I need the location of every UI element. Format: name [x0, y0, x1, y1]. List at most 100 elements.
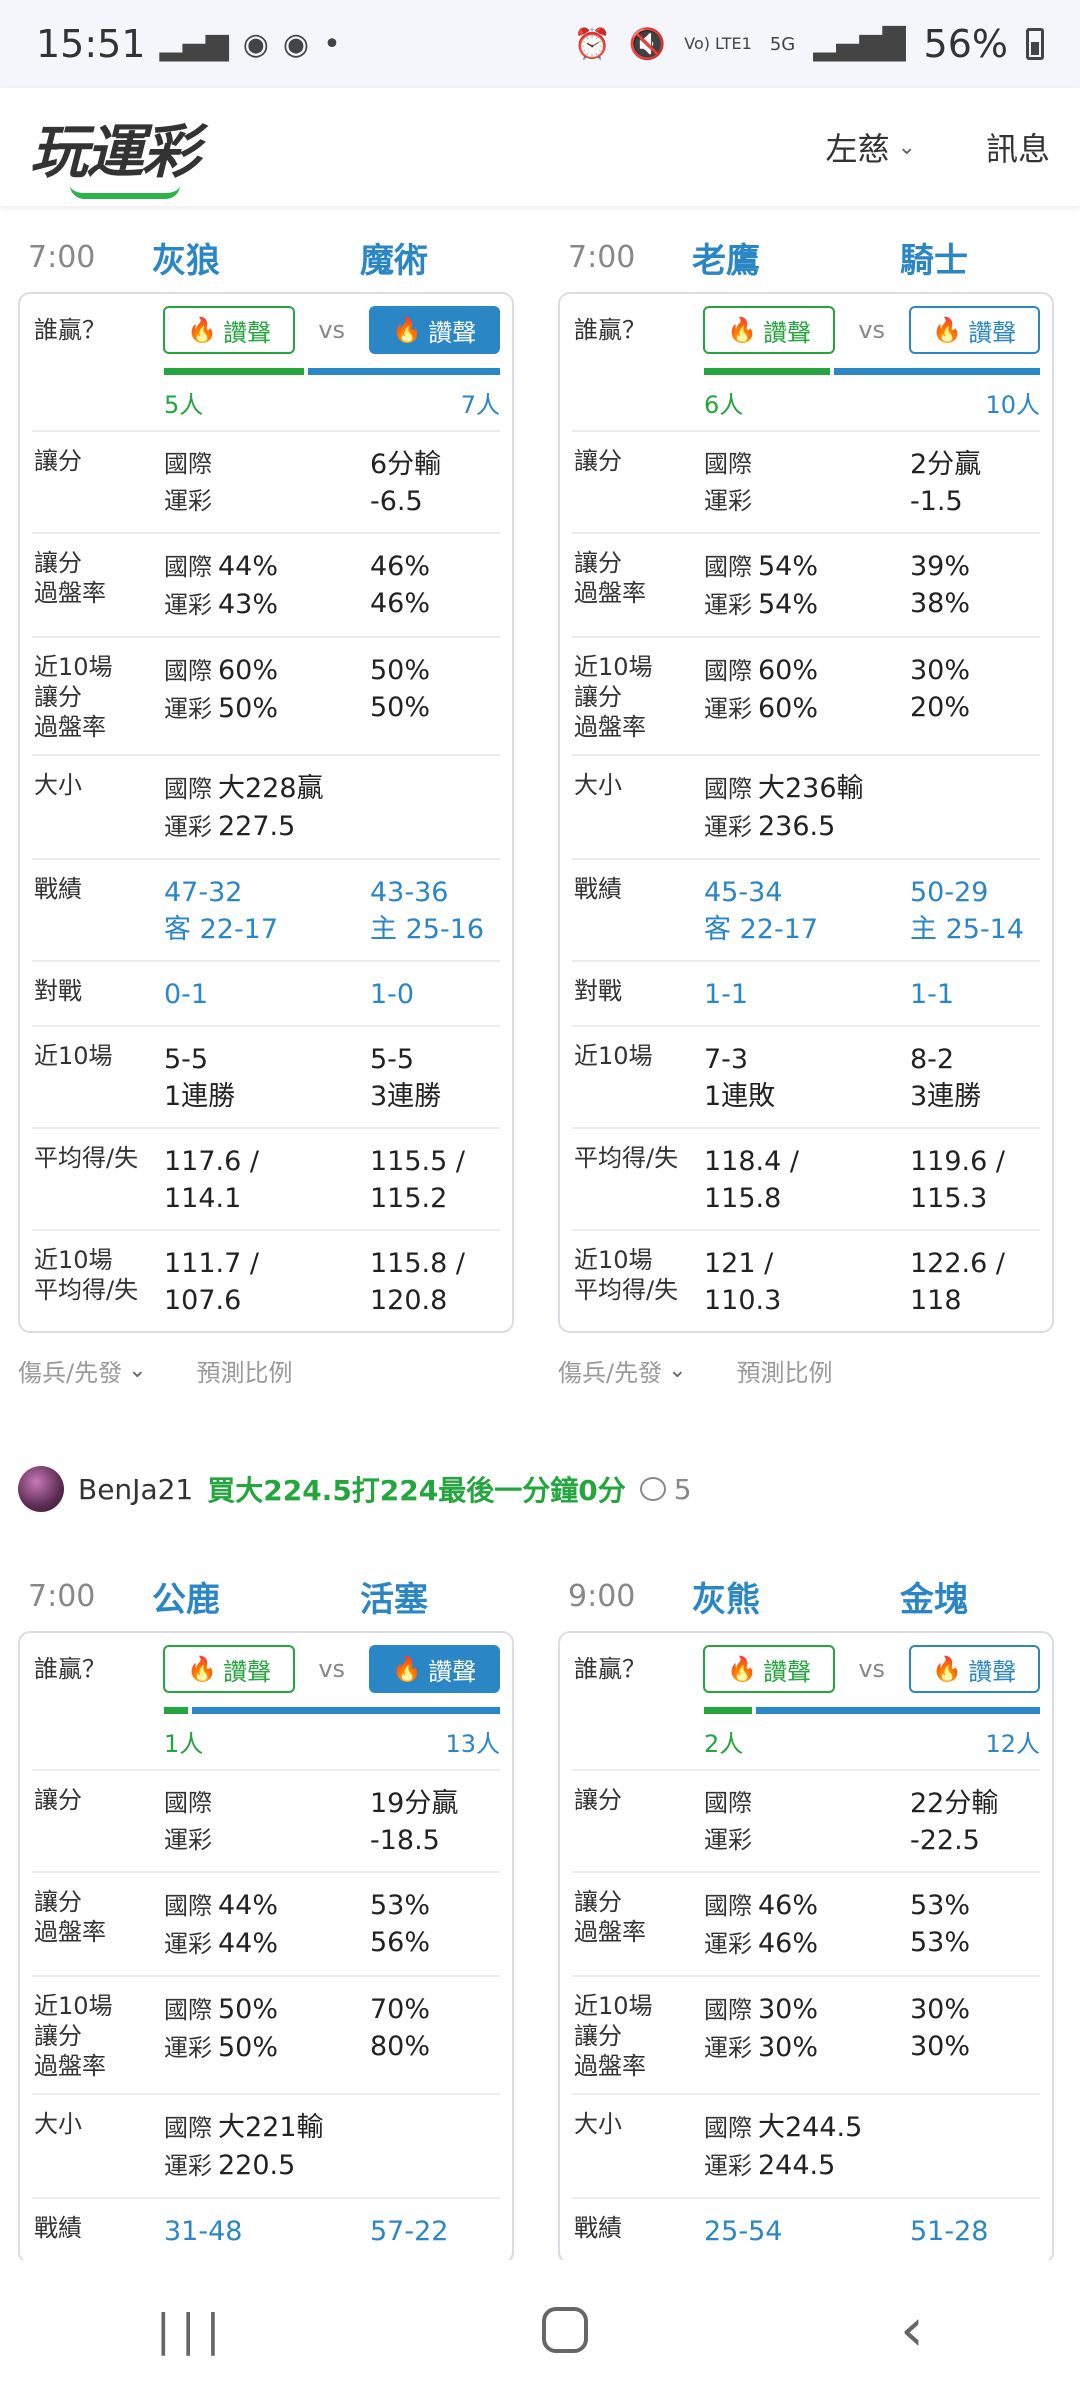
cheer-label: 讚聲 — [428, 1657, 477, 1686]
intl-label: 國際 — [704, 1789, 752, 1817]
intl-label: 國際 — [164, 450, 212, 478]
rate-home-yuncai: 38% — [910, 588, 971, 619]
away-team[interactable]: 老鷹 — [692, 233, 900, 282]
cheer-label: 讚聲 — [763, 318, 812, 347]
injury-link[interactable]: 傷兵/先發 ⌄ — [18, 1353, 147, 1388]
l10avg-home-against: 118 — [910, 1285, 962, 1316]
user-menu[interactable]: 左慈 ⌄ — [826, 124, 916, 170]
away-team[interactable]: 灰熊 — [692, 1572, 900, 1621]
home-cheer-count: 10人 — [985, 391, 1040, 419]
away-ratio-fill — [164, 368, 304, 375]
away-team[interactable]: 灰狼 — [152, 233, 360, 282]
avg-label: 平均得/失 — [34, 1144, 139, 1172]
avg-row: 平均得/失 118.4 / 115.8 119.6 / 115.3 — [572, 1129, 1040, 1231]
last10-label: 近10場 — [34, 1042, 113, 1070]
back-button[interactable]: ‹ — [900, 2295, 924, 2365]
home-ratio-fill — [756, 1707, 1040, 1714]
l10-away-intl: 60% — [218, 655, 279, 686]
spread-rate-label: 讓分 過盤率 — [34, 549, 106, 607]
home-team[interactable]: 金塊 — [900, 1572, 968, 1621]
h2h-home[interactable]: 1-0 — [370, 976, 500, 1013]
record-home[interactable]: 57-22 — [370, 2213, 500, 2250]
cheer-home-button[interactable]: 🔥 讚聲 — [368, 1645, 500, 1693]
home-team[interactable]: 魔術 — [360, 233, 428, 282]
comment-count[interactable]: 5 — [639, 1472, 692, 1506]
cheer-away-button[interactable]: 🔥 讚聲 — [703, 1645, 835, 1693]
home-team[interactable]: 騎士 — [900, 233, 968, 282]
cheer-ratio-bar — [164, 1707, 500, 1714]
predict-link[interactable]: 預測比例 — [737, 1353, 833, 1388]
h2h-row: 對戰 0-1 1-0 — [32, 962, 500, 1027]
record-row: 戰績 47-32 客 22-17 43-36 主 25-16 — [32, 860, 500, 962]
away-team[interactable]: 公鹿 — [152, 1572, 360, 1621]
l10avg-away-for: 121 / — [704, 1248, 774, 1279]
l10avg-home-for: 122.6 / — [910, 1248, 1005, 1279]
recent-apps-button[interactable]: ||| — [156, 2305, 230, 2356]
total-label: 大小 — [34, 771, 82, 799]
record-home[interactable]: 43-36 — [370, 874, 500, 911]
injury-link[interactable]: 傷兵/先發 ⌄ — [558, 1353, 687, 1388]
game-card: 9:00 灰熊 金塊 誰贏？ 🔥 讚聲 vs 🔥 讚聲 2人 12人 讓分 國際… — [558, 1561, 1054, 2260]
flame-icon: 🔥 — [727, 316, 758, 344]
record-home-home[interactable]: 主 25-14 — [910, 911, 1040, 948]
record-label: 戰績 — [574, 2214, 622, 2242]
spread-label: 讓分 — [574, 1786, 622, 1814]
l10-home-yuncai: 30% — [910, 2031, 971, 2062]
record-home-home[interactable]: 主 25-16 — [370, 911, 500, 948]
l10-away-yuncai: 30% — [758, 2032, 819, 2063]
battery-icon — [1026, 28, 1044, 60]
record-away[interactable]: 45-34 — [704, 874, 910, 911]
l10avg-away-for: 111.7 / — [164, 1248, 259, 1279]
spread-row: 讓分 國際 運彩 2分贏 -1.5 — [572, 432, 1040, 534]
spread-yuncai-value: -6.5 — [370, 486, 423, 517]
game-header: 7:00 公鹿 活塞 — [18, 1561, 514, 1631]
record-home[interactable]: 51-28 — [910, 2213, 1040, 2250]
comment-user[interactable]: BenJa21 — [78, 1473, 193, 1506]
game-time: 7:00 — [28, 239, 96, 275]
record-home[interactable]: 50-29 — [910, 874, 1040, 911]
cheer-away-button[interactable]: 🔥 讚聲 — [163, 1645, 295, 1693]
total-row: 大小 國際 大244.5 運彩 244.5 — [572, 2095, 1040, 2199]
rate-away-intl: 46% — [758, 1890, 819, 1921]
total-row: 大小 國際 大228贏 運彩 227.5 — [32, 756, 500, 860]
home-button[interactable] — [542, 2307, 589, 2353]
record-away[interactable]: 47-32 — [164, 874, 370, 911]
messages-link[interactable]: 訊息 — [986, 124, 1050, 170]
h2h-away[interactable]: 0-1 — [164, 976, 370, 1013]
game-time: 7:00 — [568, 239, 636, 275]
l10-away-yuncai: 50% — [218, 693, 279, 724]
h2h-home[interactable]: 1-1 — [910, 976, 1040, 1013]
record-away-road[interactable]: 客 22-17 — [704, 911, 910, 948]
record-away[interactable]: 25-54 — [704, 2213, 910, 2250]
spread-rate-label: 讓分 過盤率 — [574, 549, 646, 607]
avatar[interactable] — [18, 1466, 64, 1512]
record-away-road[interactable]: 客 22-17 — [164, 911, 370, 948]
cheer-away-button[interactable]: 🔥 讚聲 — [703, 306, 835, 354]
rate-home-intl: 53% — [370, 1890, 431, 1921]
predict-link[interactable]: 預測比例 — [197, 1353, 293, 1388]
comment-text[interactable]: 買大224.5打224最後一分鐘0分 — [207, 1469, 626, 1509]
cheer-label: 讚聲 — [968, 1657, 1017, 1686]
streak-home: 3連勝 — [910, 1081, 982, 1112]
cheer-away-button[interactable]: 🔥 讚聲 — [163, 306, 295, 354]
avg-away-for: 117.6 / — [164, 1146, 259, 1177]
spread-rate-row: 讓分 過盤率 國際 54% 運彩 54% 39% 38% — [572, 534, 1040, 638]
comment-row[interactable]: BenJa21 買大224.5打224最後一分鐘0分 5 — [18, 1466, 692, 1512]
record-away[interactable]: 31-48 — [164, 2213, 370, 2250]
home-ratio-fill — [834, 368, 1040, 375]
h2h-away[interactable]: 1-1 — [704, 976, 910, 1013]
cheer-home-button[interactable]: 🔥 讚聲 — [368, 306, 500, 354]
l10-home-intl: 30% — [910, 1994, 971, 2025]
home-team[interactable]: 活塞 — [360, 1572, 428, 1621]
flame-icon: 🔥 — [187, 1655, 218, 1683]
comment-count-value: 5 — [673, 1472, 692, 1506]
rate-away-intl: 44% — [218, 551, 279, 582]
last10-spread-label: 近10場 讓分 過盤率 — [574, 653, 653, 741]
app-logo[interactable]: 玩運彩 — [30, 105, 200, 199]
cheer-home-button[interactable]: 🔥 讚聲 — [908, 1645, 1040, 1693]
spread-yuncai-value: -18.5 — [370, 1825, 440, 1856]
system-nav-bar: ||| ‹ — [0, 2260, 1080, 2400]
rate-away-yuncai: 44% — [218, 1928, 279, 1959]
cheer-home-button[interactable]: 🔥 讚聲 — [908, 306, 1040, 354]
stats-card: 誰贏？ 🔥 讚聲 vs 🔥 讚聲 1人 13人 讓分 國際 運彩 19分贏 -18.5 — [18, 1631, 514, 2260]
